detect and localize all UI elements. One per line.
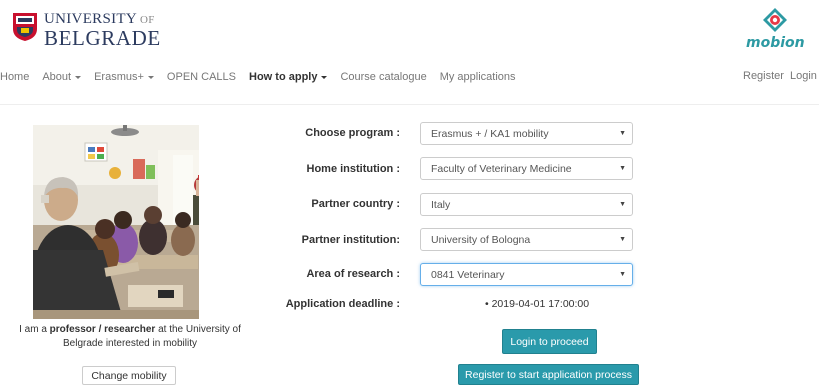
mobion-brand: mobion — [746, 35, 805, 51]
area-of-research-value: 0841 Veterinary — [431, 268, 505, 281]
nav-home[interactable]: Home — [0, 71, 29, 83]
change-mobility-button[interactable]: Change mobility — [82, 366, 176, 385]
partner-institution-label: Partner institution: — [301, 234, 400, 246]
university-logo-text[interactable]: UNIVERSITY OF BELGRADE — [44, 12, 161, 49]
bullet-icon: • — [485, 298, 492, 310]
nav-my-applications-label: My applications — [439, 71, 516, 83]
partner-institution-value: University of Bologna — [431, 233, 531, 246]
chevron-down-icon: ▼ — [619, 271, 626, 278]
home-institution-label: Home institution : — [306, 163, 401, 175]
nav-how-to-apply[interactable]: How to apply — [249, 71, 328, 83]
university-line1: UNIVERSITY — [44, 11, 137, 27]
classroom-photo — [33, 125, 199, 319]
nav-erasmus[interactable]: Erasmus+ — [94, 71, 154, 83]
home-institution-select[interactable]: Faculty of Veterinary Medicine ▼ — [420, 157, 633, 180]
program-label: Choose program : — [305, 127, 400, 139]
mobion-logo-icon[interactable] — [762, 7, 788, 33]
chevron-down-icon: ▼ — [619, 165, 626, 172]
deadline-text: 2019-04-01 17:00:00 — [491, 298, 590, 310]
program-value: Erasmus + / KA1 mobility — [431, 127, 549, 140]
nav-about-label: About — [42, 71, 72, 83]
deadline-value: • 2019-04-01 17:00:00 — [485, 298, 589, 310]
chevron-down-icon: ▼ — [619, 130, 626, 137]
nav-course-catalogue[interactable]: Course catalogue — [340, 71, 426, 83]
nav-about[interactable]: About — [42, 71, 82, 83]
main-nav: Home About Erasmus+ OPEN CALLS How to ap… — [0, 70, 529, 84]
nav-course-catalogue-label: Course catalogue — [340, 71, 427, 83]
nav-home-label: Home — [0, 71, 30, 83]
nav-open-calls-label: OPEN CALLS — [166, 71, 237, 83]
university-line2: BELGRADE — [44, 26, 161, 50]
chevron-down-icon: ▼ — [619, 236, 626, 243]
caret-down-icon — [321, 75, 328, 79]
area-of-research-label: Area of research : — [306, 268, 400, 280]
caption-prefix: I am a — [19, 324, 50, 335]
nav-open-calls[interactable]: OPEN CALLS — [167, 71, 236, 83]
area-of-research-select[interactable]: 0841 Veterinary ▼ — [420, 263, 633, 286]
nav-how-to-apply-label: How to apply — [249, 71, 318, 83]
nav-divider — [0, 104, 819, 105]
university-of: OF — [137, 14, 155, 26]
partner-country-value: Italy — [431, 198, 451, 211]
profile-caption: I am a professor / researcher at the Uni… — [0, 323, 260, 351]
university-crest-icon — [13, 13, 37, 41]
partner-country-select[interactable]: Italy ▼ — [420, 193, 633, 216]
chevron-down-icon: ▼ — [619, 201, 626, 208]
caption-role: professor / researcher — [49, 324, 156, 335]
deadline-label: Application deadline : — [285, 298, 400, 310]
program-select[interactable]: Erasmus + / KA1 mobility ▼ — [420, 122, 633, 145]
caret-down-icon — [147, 75, 154, 79]
register-to-apply-button[interactable]: Register to start application process — [458, 364, 639, 385]
caret-down-icon — [75, 75, 82, 79]
login-to-proceed-button[interactable]: Login to proceed — [502, 329, 597, 354]
nav-erasmus-label: Erasmus+ — [94, 71, 144, 83]
partner-country-label: Partner country : — [311, 198, 400, 210]
partner-institution-select[interactable]: University of Bologna ▼ — [420, 228, 633, 251]
nav-login[interactable]: Login — [790, 70, 819, 82]
home-institution-value: Faculty of Veterinary Medicine — [431, 162, 572, 175]
nav-my-applications[interactable]: My applications — [440, 71, 516, 83]
nav-register[interactable]: Register — [743, 70, 784, 82]
